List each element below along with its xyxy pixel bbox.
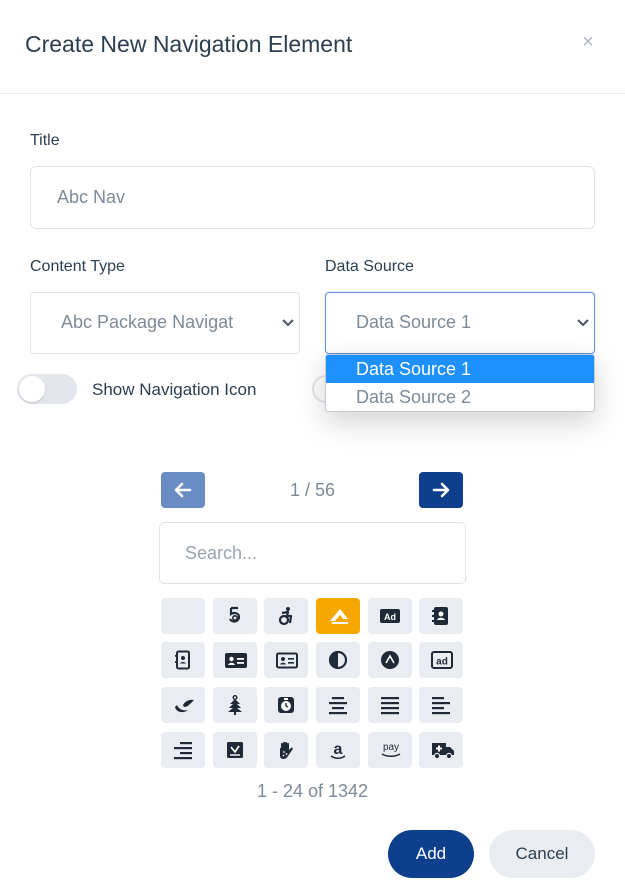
align-center-icon[interactable] [316, 687, 360, 723]
content-type-value: Abc Package Navigat [61, 312, 234, 332]
chevron-down-icon [577, 319, 589, 327]
next-page-button[interactable] [419, 472, 463, 508]
svg-text:a: a [334, 741, 343, 758]
page-indicator: 1 / 56 [289, 480, 336, 500]
svg-text:ad: ad [436, 657, 448, 668]
ambulance-icon[interactable] [419, 732, 463, 768]
adjust-icon[interactable] [316, 642, 360, 678]
500px-icon[interactable] [213, 598, 257, 634]
add-button[interactable]: Add [388, 830, 474, 878]
results-count: 1 - 24 of 1342 [256, 781, 369, 801]
address-book-icon[interactable] [419, 598, 463, 634]
arrow-right-icon [432, 482, 450, 498]
toggle-knob [19, 376, 45, 402]
amazon-icon[interactable]: a [316, 732, 360, 768]
align-left-icon[interactable] [419, 687, 463, 723]
data-source-label: Data Source [325, 258, 414, 275]
data-source-value: Data Source 1 [356, 312, 472, 332]
accusoft-icon[interactable] [316, 598, 360, 634]
modal-title: Create New Navigation Element [25, 31, 353, 57]
cancel-button[interactable]: Cancel [489, 830, 595, 878]
close-icon[interactable]: × [578, 32, 598, 52]
title-input[interactable]: Abc Nav [30, 166, 595, 229]
previous-page-button[interactable] [161, 472, 205, 508]
alarm-clock-icon[interactable] [264, 687, 308, 723]
adversal-icon[interactable]: ad [419, 642, 463, 678]
blank-icon[interactable] [161, 598, 205, 634]
adn-icon[interactable] [368, 642, 412, 678]
data-source-option-1[interactable]: Data Source 1 [326, 355, 594, 383]
data-source-select[interactable]: Data Source 1 [325, 292, 595, 354]
align-right-icon[interactable] [161, 732, 205, 768]
content-type-label: Content Type [30, 258, 125, 275]
svg-text:pay: pay [383, 742, 399, 753]
address-card-icon[interactable] [213, 642, 257, 678]
ad-icon[interactable]: Ad [368, 598, 412, 634]
svg-text:Ad: Ad [384, 612, 396, 622]
affiliatetheme-icon[interactable] [161, 687, 205, 723]
address-card-outline-icon[interactable] [264, 642, 308, 678]
icon-search-input[interactable]: Search... [159, 522, 466, 584]
show-navigation-icon-toggle[interactable] [17, 374, 77, 404]
show-navigation-icon-label: Show Navigation Icon [92, 380, 257, 399]
accessible-icon-icon[interactable] [264, 598, 308, 634]
address-book-outline-icon[interactable] [161, 642, 205, 678]
data-source-dropdown: Data Source 1 Data Source 2 [325, 354, 595, 412]
air-freshener-icon[interactable] [213, 687, 257, 723]
data-source-option-2[interactable]: Data Source 2 [326, 383, 594, 411]
align-justify-icon[interactable] [368, 687, 412, 723]
amazon-pay-icon[interactable]: pay [368, 732, 412, 768]
content-type-select[interactable]: Abc Package Navigat [30, 292, 300, 354]
allergies-hand-icon[interactable] [264, 732, 308, 768]
chevron-down-icon [282, 319, 294, 327]
allergies-icon[interactable] [213, 732, 257, 768]
title-label: Title [30, 132, 60, 149]
arrow-left-icon [174, 482, 192, 498]
modal-header: Create New Navigation Element × [0, 0, 625, 94]
